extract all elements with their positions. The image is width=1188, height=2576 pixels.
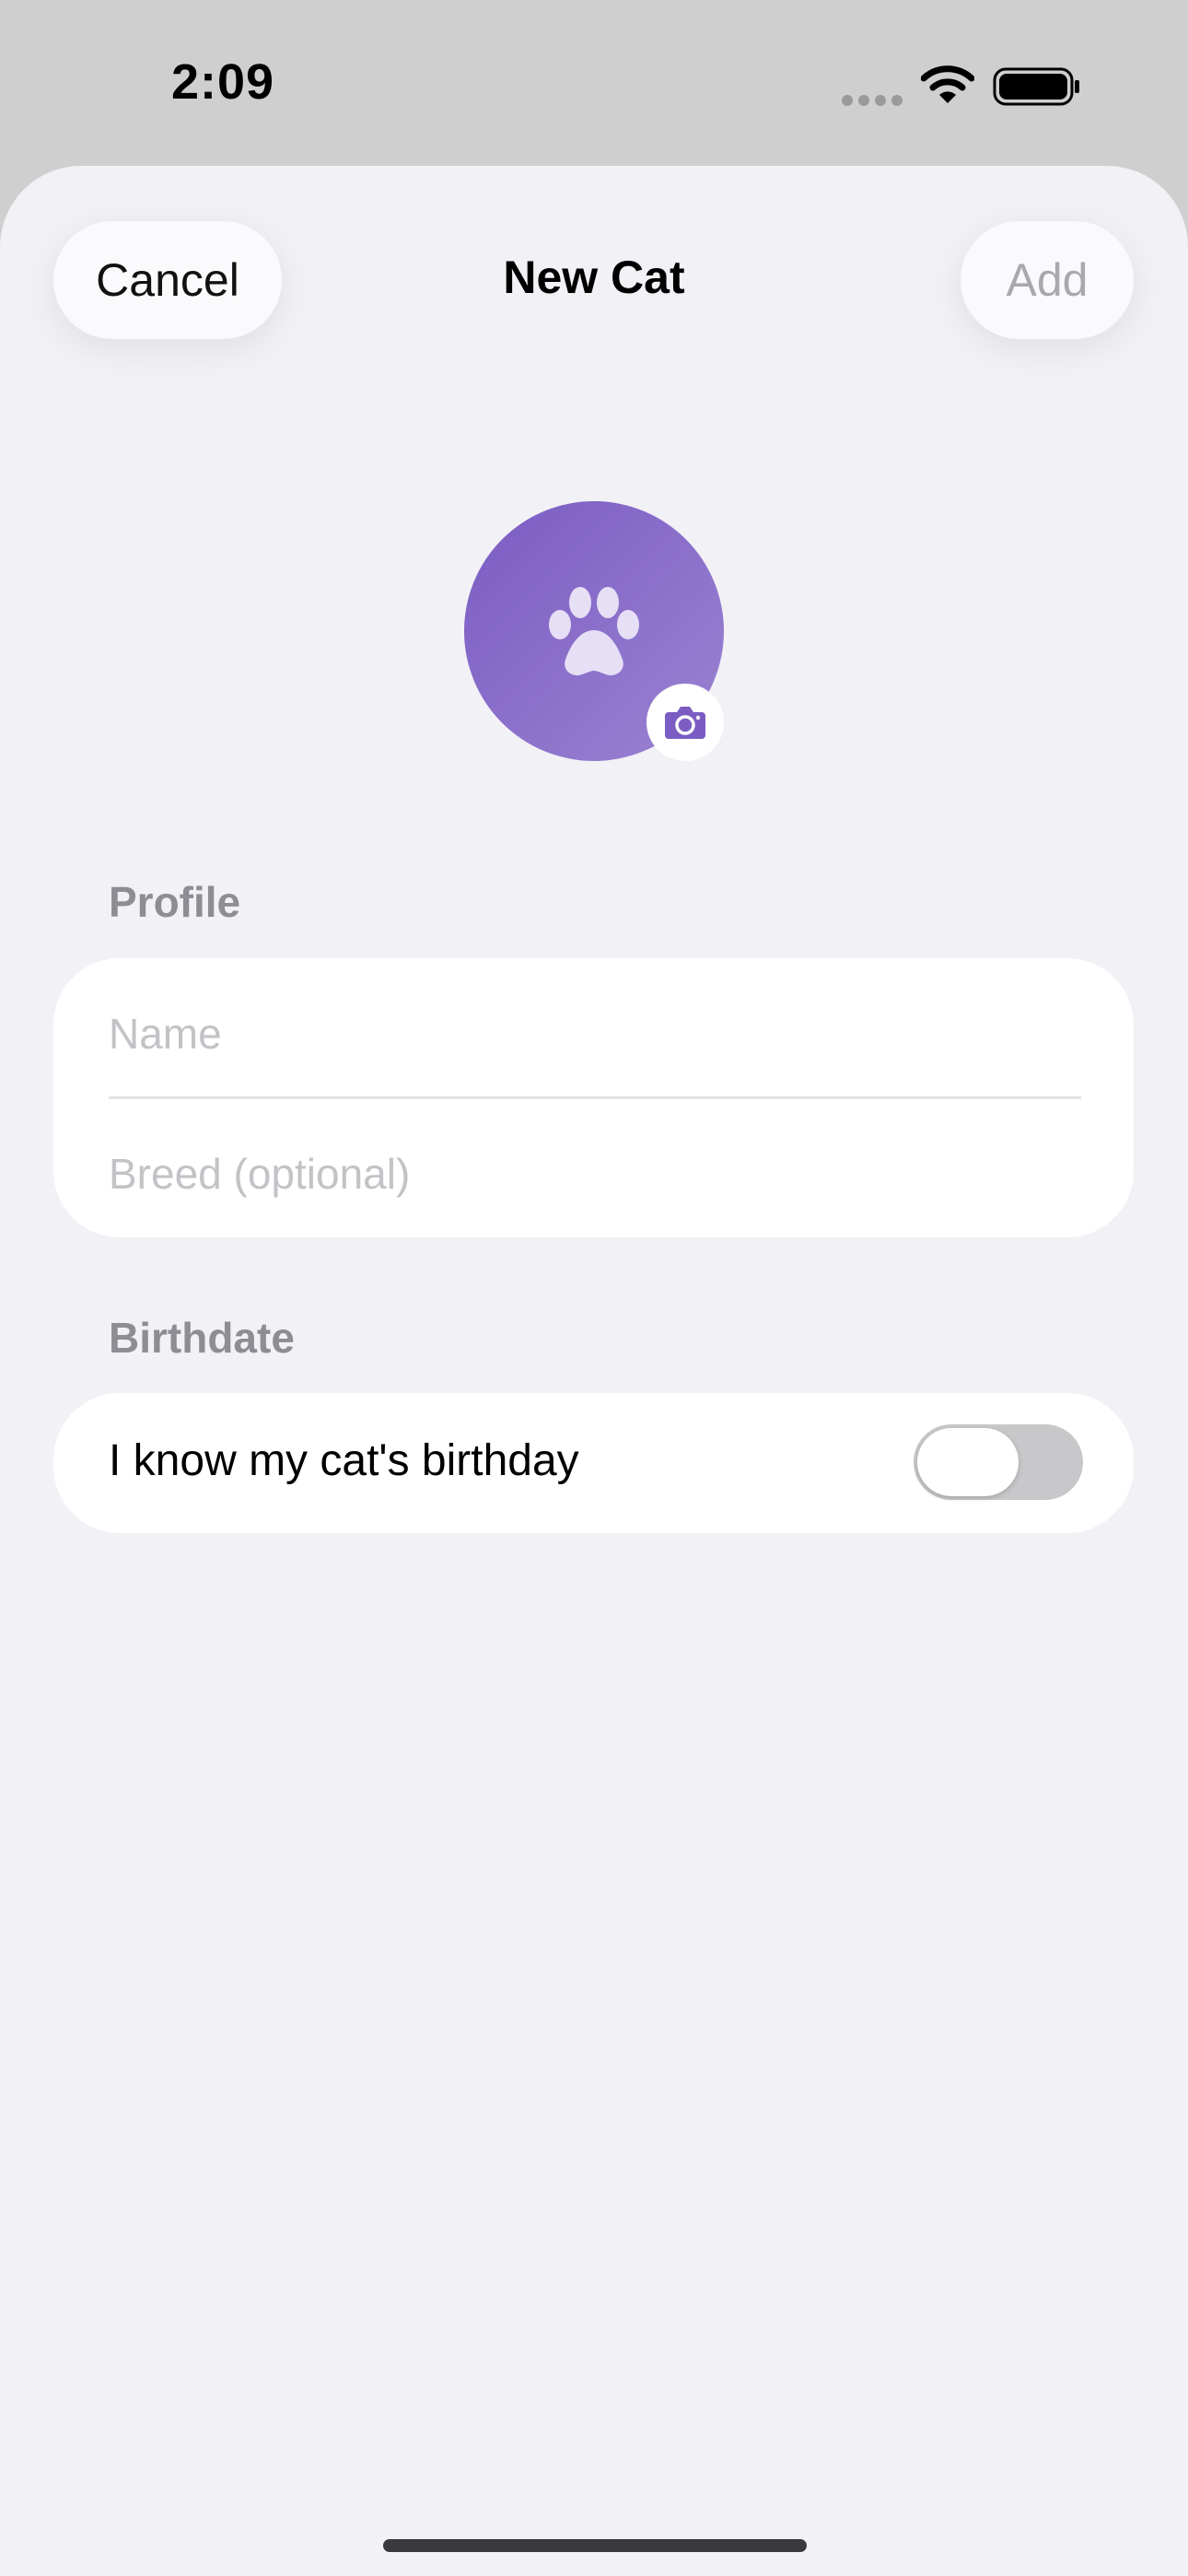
- paw-icon: [549, 587, 639, 676]
- divider: [109, 1096, 1081, 1099]
- battery-icon: [993, 67, 1079, 106]
- home-indicator[interactable]: [383, 2539, 807, 2552]
- camera-icon: [665, 707, 705, 739]
- breed-field[interactable]: [109, 1146, 1078, 1201]
- birthday-toggle-label: I know my cat's birthday: [109, 1436, 579, 1485]
- status-bar: 2:09: [0, 0, 1188, 166]
- wifi-icon: [921, 65, 974, 103]
- profile-section-header: Profile: [109, 878, 241, 926]
- add-button[interactable]: Add: [961, 221, 1134, 339]
- change-photo-button[interactable]: [646, 684, 724, 761]
- birthday-toggle[interactable]: [914, 1424, 1083, 1500]
- toggle-knob: [917, 1428, 1019, 1496]
- birthdate-section-header: Birthdate: [109, 1314, 295, 1362]
- profile-card: [53, 958, 1134, 1237]
- status-time: 2:09: [171, 54, 275, 110]
- birthdate-card: I know my cat's birthday: [53, 1393, 1134, 1533]
- new-cat-sheet: Cancel New Cat Add Profile Birthdate I k…: [0, 166, 1188, 2576]
- name-field[interactable]: [109, 1006, 1078, 1061]
- cellular-signal-icon: [842, 95, 903, 106]
